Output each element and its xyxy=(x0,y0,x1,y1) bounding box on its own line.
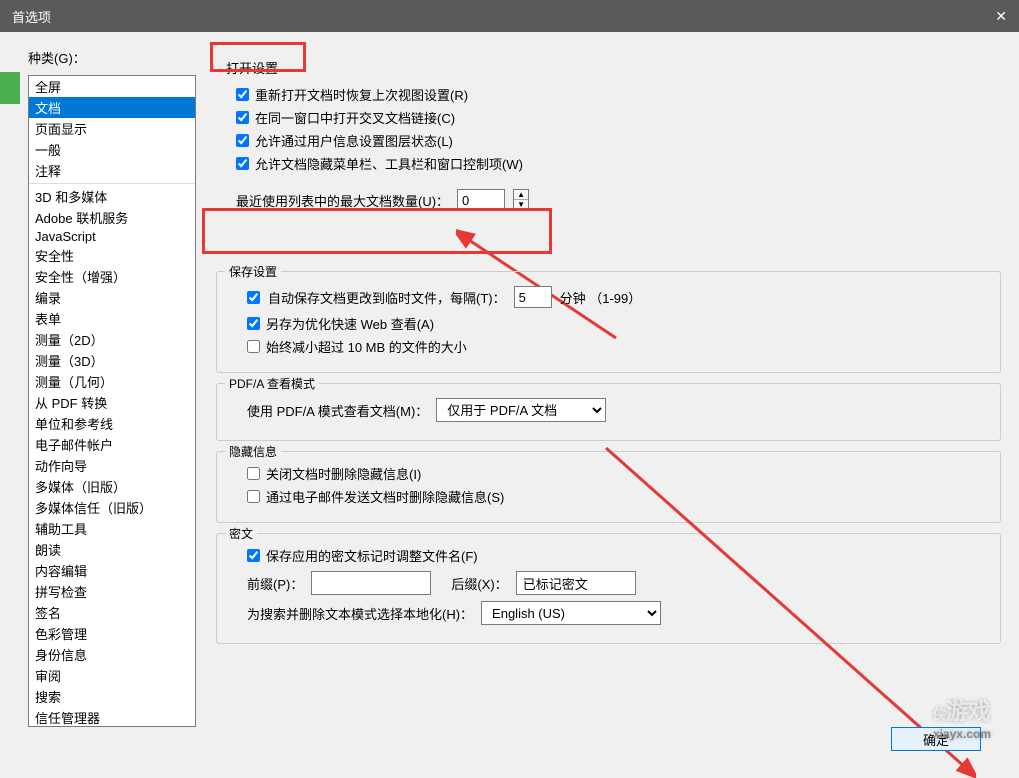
category-item[interactable]: JavaScript xyxy=(29,228,195,245)
category-item[interactable]: 电子邮件帐户 xyxy=(29,434,195,455)
autosave-input[interactable] xyxy=(514,286,552,308)
prefix-input[interactable] xyxy=(311,571,431,595)
max-docs-label: 最近使用列表中的最大文档数量(U)： xyxy=(236,191,449,210)
locale-dropdown[interactable]: English (US) xyxy=(481,601,661,625)
hidden-info-group: 隐藏信息 关闭文档时删除隐藏信息(I) 通过电子邮件发送文档时删除隐藏信息(S) xyxy=(216,451,1001,523)
category-item[interactable]: 页面显示 xyxy=(29,118,195,139)
cb-restore-view-box[interactable] xyxy=(236,88,249,101)
category-item[interactable]: 测量（3D） xyxy=(29,350,195,371)
category-item[interactable]: 安全性 xyxy=(29,245,195,266)
save-settings-group: 保存设置 自动保存文档更改到临时文件，每隔(T)： 分钟 （1-99） 另存为优… xyxy=(216,271,1001,373)
cb-optimize-web-box[interactable] xyxy=(247,317,260,330)
category-item[interactable]: 测量（几何） xyxy=(29,371,195,392)
cb-same-window[interactable]: 在同一窗口中打开交叉文档链接(C) xyxy=(236,108,1001,127)
close-icon[interactable]: ✕ xyxy=(995,8,1007,25)
cb-reduce-size-box[interactable] xyxy=(247,340,260,353)
category-item[interactable]: 文档 xyxy=(29,97,195,118)
dialog-buttons: 确定 xyxy=(891,727,981,751)
redaction-group: 密文 保存应用的密文标记时调整文件名(F) 前缀(P)： 后缀(X)： 为搜索并… xyxy=(216,533,1001,644)
category-item[interactable]: 3D 和多媒体 xyxy=(29,186,195,207)
category-item[interactable]: 动作向导 xyxy=(29,455,195,476)
categories-column: 种类(G)： 全屏文档页面显示一般注释 3D 和多媒体Adobe 联机服务Java… xyxy=(28,48,196,761)
max-docs-input[interactable] xyxy=(457,189,505,211)
category-item[interactable]: 搜索 xyxy=(29,686,195,707)
category-item[interactable]: 从 PDF 转换 xyxy=(29,392,195,413)
cb-layer-state-box[interactable] xyxy=(236,134,249,147)
cb-autosave[interactable] xyxy=(247,291,260,304)
list-divider xyxy=(29,183,195,184)
cb-delete-on-close-box[interactable] xyxy=(247,467,260,480)
save-settings-label: 保存设置 xyxy=(225,263,281,280)
category-item[interactable]: 色彩管理 xyxy=(29,623,195,644)
green-strip xyxy=(0,72,20,104)
cb-delete-on-email[interactable]: 通过电子邮件发送文档时删除隐藏信息(S) xyxy=(247,487,990,506)
locale-row: 为搜索并删除文本模式选择本地化(H)： English (US) xyxy=(247,601,990,625)
category-item[interactable]: 内容编辑 xyxy=(29,560,195,581)
ok-button[interactable]: 确定 xyxy=(891,727,981,751)
cb-delete-on-email-box[interactable] xyxy=(247,490,260,503)
pdfa-group: PDF/A 查看模式 使用 PDF/A 模式查看文档(M)： 仅用于 PDF/A… xyxy=(216,383,1001,441)
hidden-info-label: 隐藏信息 xyxy=(225,443,281,460)
category-item[interactable]: 单位和参考线 xyxy=(29,413,195,434)
category-item[interactable]: 辅助工具 xyxy=(29,518,195,539)
categories-listbox[interactable]: 全屏文档页面显示一般注释3D 和多媒体Adobe 联机服务JavaScript安… xyxy=(28,75,196,727)
cb-hide-menubars[interactable]: 允许文档隐藏菜单栏、工具栏和窗口控制项(W) xyxy=(236,154,1001,173)
category-item[interactable]: 安全性（增强） xyxy=(29,266,195,287)
suffix-input[interactable] xyxy=(516,571,636,595)
category-item[interactable]: 信任管理器 xyxy=(29,707,195,727)
redaction-label: 密文 xyxy=(225,525,257,542)
cb-restore-view[interactable]: 重新打开文档时恢复上次视图设置(R) xyxy=(236,85,1001,104)
max-docs-spinner[interactable]: ▲▼ xyxy=(513,189,529,211)
pdfa-label: PDF/A 查看模式 xyxy=(225,375,319,392)
cb-same-window-box[interactable] xyxy=(236,111,249,124)
cb-adjust-filename-box[interactable] xyxy=(247,549,260,562)
cb-reduce-size[interactable]: 始终减小超过 10 MB 的文件的大小 xyxy=(247,337,990,356)
spinner-up-icon[interactable]: ▲ xyxy=(514,190,528,200)
highlight-box-maxdocs xyxy=(202,208,552,254)
category-item[interactable]: 朗读 xyxy=(29,539,195,560)
prefix-suffix-row: 前缀(P)： 后缀(X)： xyxy=(247,571,990,595)
categories-label: 种类(G)： xyxy=(28,48,196,67)
max-docs-row: 最近使用列表中的最大文档数量(U)： ▲▼ xyxy=(236,189,1001,211)
spinner-down-icon[interactable]: ▼ xyxy=(514,200,528,210)
titlebar: 首选项 ✕ xyxy=(0,0,1019,32)
category-item[interactable]: Adobe 联机服务 xyxy=(29,207,195,228)
category-item[interactable]: 签名 xyxy=(29,602,195,623)
category-item[interactable]: 全屏 xyxy=(29,76,195,97)
category-item[interactable]: 测量（2D） xyxy=(29,329,195,350)
window-title: 首选项 xyxy=(12,7,51,26)
dialog-body: 种类(G)： 全屏文档页面显示一般注释 3D 和多媒体Adobe 联机服务Java… xyxy=(0,32,1019,771)
cb-delete-on-close[interactable]: 关闭文档时删除隐藏信息(I) xyxy=(247,464,990,483)
open-settings-title: 打开设置 xyxy=(216,56,1001,79)
category-item[interactable]: 身份信息 xyxy=(29,644,195,665)
category-item[interactable]: 拼写检查 xyxy=(29,581,195,602)
cb-adjust-filename[interactable]: 保存应用的密文标记时调整文件名(F) xyxy=(247,546,990,565)
cb-layer-state[interactable]: 允许通过用户信息设置图层状态(L) xyxy=(236,131,1001,150)
cb-hide-menubars-box[interactable] xyxy=(236,157,249,170)
category-item[interactable]: 多媒体（旧版） xyxy=(29,476,195,497)
category-item[interactable]: 表单 xyxy=(29,308,195,329)
category-item[interactable]: 一般 xyxy=(29,139,195,160)
category-item[interactable]: 编录 xyxy=(29,287,195,308)
category-item[interactable]: 多媒体信任（旧版） xyxy=(29,497,195,518)
pdfa-dropdown[interactable]: 仅用于 PDF/A 文档 xyxy=(436,398,606,422)
category-item[interactable]: 审阅 xyxy=(29,665,195,686)
settings-panel: 打开设置 重新打开文档时恢复上次视图设置(R) 在同一窗口中打开交叉文档链接(C… xyxy=(196,48,1001,761)
cb-optimize-web[interactable]: 另存为优化快速 Web 查看(A) xyxy=(247,314,990,333)
pdfa-row: 使用 PDF/A 模式查看文档(M)： 仅用于 PDF/A 文档 xyxy=(247,398,990,422)
category-item[interactable]: 注释 xyxy=(29,160,195,181)
autosave-row: 自动保存文档更改到临时文件，每隔(T)： 分钟 （1-99） xyxy=(247,286,990,308)
